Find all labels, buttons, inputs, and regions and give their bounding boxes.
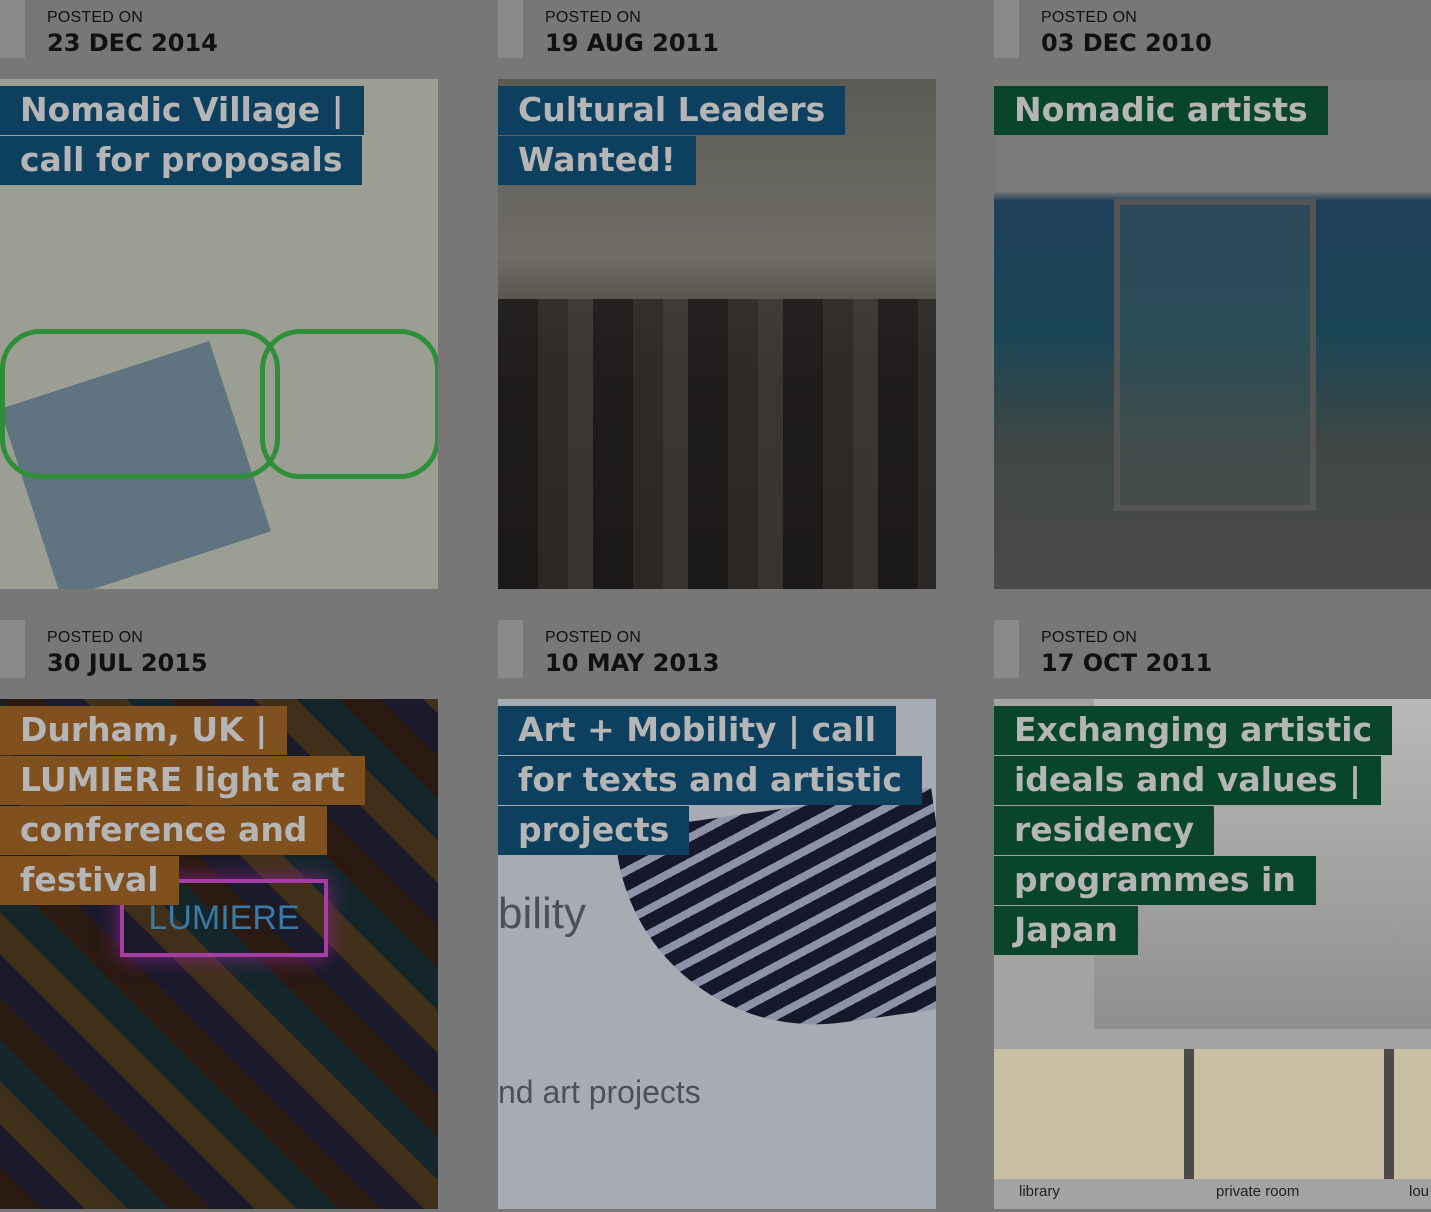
post-thumbnail-crowd[interactable]: Cultural Leaders Wanted! xyxy=(498,79,936,589)
post-title[interactable]: Art + Mobility | call for texts and arti… xyxy=(498,705,936,855)
post-date: 10 MAY 2013 xyxy=(545,649,720,677)
photo-caption: library xyxy=(1019,1183,1060,1200)
post-thumbnail-wing[interactable]: bility nd art projects Art + Mobility | … xyxy=(498,699,936,1209)
post-thumbnail-market[interactable]: Nomadic artists xyxy=(994,79,1431,589)
post-title[interactable]: Exchanging artistic ideals and values | … xyxy=(994,705,1431,955)
post-meta: POSTED ON 19 AUG 2011 xyxy=(498,0,936,60)
post-title[interactable]: Nomadic artists xyxy=(994,85,1348,135)
post-date: 30 JUL 2015 xyxy=(47,649,208,677)
date-marker xyxy=(994,620,1019,678)
post-card[interactable]: POSTED ON 19 AUG 2011 Cultural Leaders W… xyxy=(498,0,936,590)
post-card[interactable]: POSTED ON 10 MAY 2013 bility nd art proj… xyxy=(498,620,936,1212)
post-date: 03 DEC 2010 xyxy=(1041,29,1212,57)
map-route xyxy=(0,329,280,479)
post-meta: POSTED ON 03 DEC 2010 xyxy=(994,0,1431,60)
post-date: 19 AUG 2011 xyxy=(545,29,719,57)
post-date: 17 OCT 2011 xyxy=(1041,649,1213,677)
posted-on-label: POSTED ON xyxy=(47,9,144,26)
posts-grid: POSTED ON 23 DEC 2014 Nomadic Village | … xyxy=(0,0,1431,1212)
posted-on-label: POSTED ON xyxy=(47,629,144,646)
date-marker xyxy=(0,0,25,58)
photo-caption: private room xyxy=(1216,1183,1300,1200)
post-meta: POSTED ON 17 OCT 2011 xyxy=(994,620,1431,680)
posted-on-label: POSTED ON xyxy=(1041,9,1138,26)
post-card[interactable]: POSTED ON 23 DEC 2014 Nomadic Village | … xyxy=(0,0,438,590)
post-date: 23 DEC 2014 xyxy=(47,29,218,57)
date-marker xyxy=(498,0,523,58)
date-marker xyxy=(994,0,1019,58)
date-marker xyxy=(0,620,25,678)
map-route xyxy=(260,329,438,479)
posted-on-label: POSTED ON xyxy=(545,629,642,646)
post-meta: POSTED ON 23 DEC 2014 xyxy=(0,0,438,60)
post-card[interactable]: POSTED ON 03 DEC 2010 Nomadic artists xyxy=(994,0,1431,590)
photo-strip xyxy=(994,1049,1431,1179)
post-title[interactable]: Cultural Leaders Wanted! xyxy=(498,85,936,185)
post-thumbnail-interior[interactable]: library private room lou Exchanging arti… xyxy=(994,699,1431,1209)
post-title[interactable]: Durham, UK | LUMIERE light art conferenc… xyxy=(0,705,438,905)
post-card[interactable]: POSTED ON 30 JUL 2015 LUMIERE Durham, UK… xyxy=(0,620,438,1212)
photo-caption: lou xyxy=(1409,1183,1430,1200)
post-meta: POSTED ON 10 MAY 2013 xyxy=(498,620,936,680)
thumbnail-text: bility xyxy=(498,889,587,938)
thumbnail-text: nd art projects xyxy=(498,1074,701,1110)
cage-structure xyxy=(1114,199,1316,511)
post-meta: POSTED ON 30 JUL 2015 xyxy=(0,620,438,680)
date-marker xyxy=(498,620,523,678)
posted-on-label: POSTED ON xyxy=(1041,629,1138,646)
post-title[interactable]: Nomadic Village | call for proposals xyxy=(0,85,438,185)
posted-on-label: POSTED ON xyxy=(545,9,642,26)
crowd-people xyxy=(498,299,936,589)
post-thumbnail-map[interactable]: Nomadic Village | call for proposals xyxy=(0,79,438,589)
post-card[interactable]: POSTED ON 17 OCT 2011 library private ro… xyxy=(994,620,1431,1212)
post-thumbnail-collage[interactable]: LUMIERE Durham, UK | LUMIERE light art c… xyxy=(0,699,438,1209)
